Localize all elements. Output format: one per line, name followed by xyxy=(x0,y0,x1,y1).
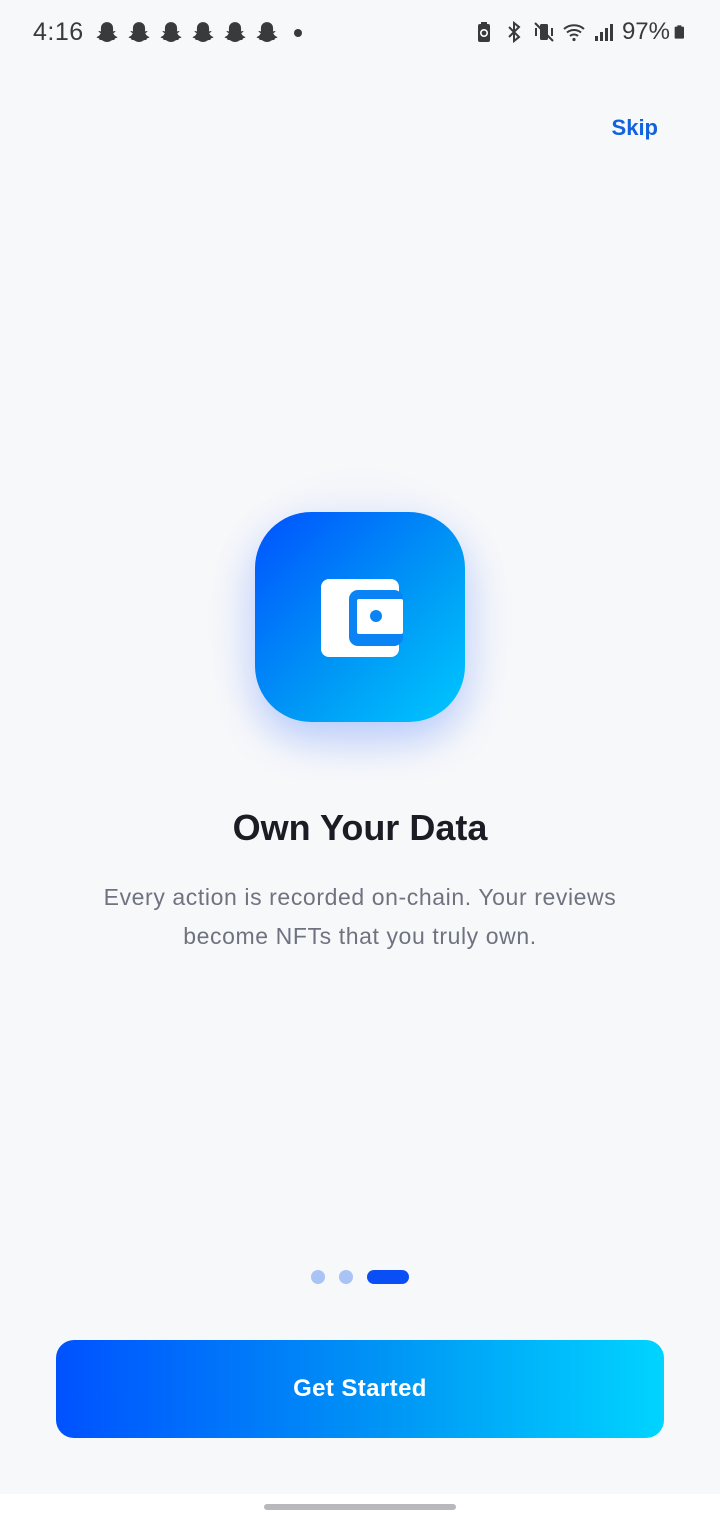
battery-percent: 97% xyxy=(621,18,670,45)
status-bar-left: 4:16 xyxy=(33,18,302,47)
status-time: 4:16 xyxy=(33,18,84,46)
snapchat-icon xyxy=(256,21,277,42)
snapchat-icon xyxy=(128,21,149,42)
battery-saver-icon xyxy=(477,22,490,42)
signal-icon xyxy=(594,24,613,41)
page-dot-2[interactable] xyxy=(339,1270,353,1284)
page-dot-1[interactable] xyxy=(311,1270,325,1284)
status-bar: 4:16 97% xyxy=(0,0,720,70)
battery-icon xyxy=(674,25,684,39)
snapchat-icon xyxy=(96,21,117,42)
navigation-bar xyxy=(0,1494,720,1520)
status-bar-right: 97% xyxy=(466,18,690,46)
page-title: Own Your Data xyxy=(232,807,488,848)
page-dot-3-active[interactable] xyxy=(367,1270,409,1284)
snapchat-icon xyxy=(224,21,245,42)
get-started-button[interactable]: Get Started xyxy=(56,1340,664,1438)
snapchat-icon xyxy=(192,21,213,42)
vibrate-mute-icon xyxy=(534,22,554,42)
bluetooth-icon xyxy=(508,20,521,44)
snapchat-icon xyxy=(160,21,181,42)
page-description: Every action is recorded on-chain. Your … xyxy=(103,884,617,949)
skip-button[interactable]: Skip xyxy=(612,115,658,141)
home-indicator[interactable] xyxy=(264,1504,456,1510)
wifi-icon xyxy=(563,24,585,42)
wallet-icon xyxy=(321,579,403,657)
hero-icon-tile xyxy=(255,512,465,722)
page-indicator xyxy=(0,1270,720,1284)
more-notifications-dot xyxy=(293,28,302,37)
